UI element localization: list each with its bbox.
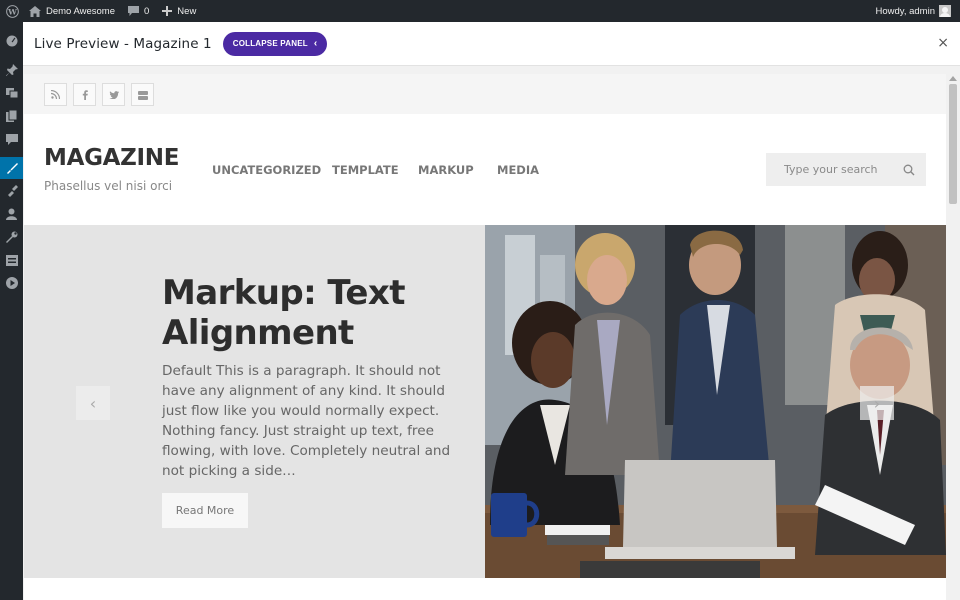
close-icon[interactable]: × <box>937 35 949 51</box>
admin-menu <box>0 22 23 600</box>
slide-title[interactable]: Markup: Text Alignment <box>162 273 462 353</box>
tools-icon[interactable] <box>0 226 23 248</box>
top-bar <box>24 74 946 114</box>
nav-item-markup[interactable]: MARKUP <box>418 163 474 177</box>
preview-title: Live Preview - Magazine 1 <box>34 35 212 52</box>
new-content-link[interactable]: New <box>154 0 201 22</box>
site-description: Phasellus vel nisi orci <box>44 179 173 193</box>
collapse-panel-button[interactable]: COLLAPSE PANEL ‹ <box>222 31 328 56</box>
appearance-icon[interactable] <box>0 157 23 179</box>
howdy-text: Howdy, admin <box>875 5 936 17</box>
slide-excerpt: Default This is a paragraph. It should n… <box>162 363 451 479</box>
facebook-icon[interactable] <box>73 83 96 106</box>
site-name: Demo Awesome <box>46 5 115 17</box>
scroll-thumb[interactable] <box>949 84 957 204</box>
chevron-left-icon: ‹ <box>313 38 318 49</box>
play-icon[interactable] <box>0 272 23 294</box>
my-account-link[interactable]: Howdy, admin <box>871 0 957 22</box>
nav-item-template[interactable]: TEMPLATE <box>332 163 399 177</box>
customizer-header: Live Preview - Magazine 1 COLLAPSE PANEL… <box>23 22 960 66</box>
comments-count: 0 <box>144 5 150 17</box>
dashboard-icon[interactable] <box>0 30 23 52</box>
comments-icon[interactable] <box>0 128 23 150</box>
site-title[interactable]: MAGAZINE <box>44 145 179 171</box>
home-icon <box>29 5 41 17</box>
scroll-up-icon[interactable] <box>949 76 957 81</box>
comments-link[interactable]: 0 <box>120 0 154 22</box>
twitter-icon[interactable] <box>102 83 125 106</box>
media-icon[interactable] <box>0 82 23 104</box>
nav-item-uncategorized[interactable]: UNCATEGORIZED <box>212 163 321 177</box>
plus-icon <box>162 6 173 16</box>
admin-bar: W Demo Awesome 0 New Howdy, admin <box>0 0 960 22</box>
preview-scrollbar[interactable] <box>946 74 960 600</box>
content-area <box>24 578 946 600</box>
chevron-right-icon: › <box>873 393 881 413</box>
settings-icon[interactable] <box>0 249 23 271</box>
new-label: New <box>177 5 197 17</box>
plugins-icon[interactable] <box>0 180 23 202</box>
preview-frame: MAGAZINE Phasellus vel nisi orci UNCATEG… <box>24 74 946 600</box>
users-icon[interactable] <box>0 203 23 225</box>
site-header: MAGAZINE Phasellus vel nisi orci UNCATEG… <box>24 114 946 225</box>
collapse-panel-label: COLLAPSE PANEL <box>232 39 308 48</box>
site-name-link[interactable]: Demo Awesome <box>24 0 120 22</box>
featured-slider: Markup: Text Alignment Default This is a… <box>24 225 946 578</box>
search-box <box>766 153 926 186</box>
search-input[interactable] <box>784 163 912 176</box>
comment-icon <box>128 6 139 16</box>
search-icon[interactable] <box>903 163 915 181</box>
read-more-button[interactable]: Read More <box>162 493 248 528</box>
wordpress-logo-icon[interactable]: W <box>0 0 24 22</box>
slider-prev-button[interactable]: ‹ <box>76 386 110 420</box>
rss-icon[interactable] <box>44 83 67 106</box>
pages-icon[interactable] <box>0 105 23 127</box>
slider-next-button[interactable]: › <box>860 386 894 420</box>
svg-text:W: W <box>7 7 17 16</box>
pin-icon[interactable] <box>0 59 23 81</box>
youtube-icon[interactable] <box>131 83 154 106</box>
avatar <box>939 5 951 17</box>
nav-item-media[interactable]: MEDIA <box>497 163 539 177</box>
chevron-left-icon: ‹ <box>89 393 97 413</box>
